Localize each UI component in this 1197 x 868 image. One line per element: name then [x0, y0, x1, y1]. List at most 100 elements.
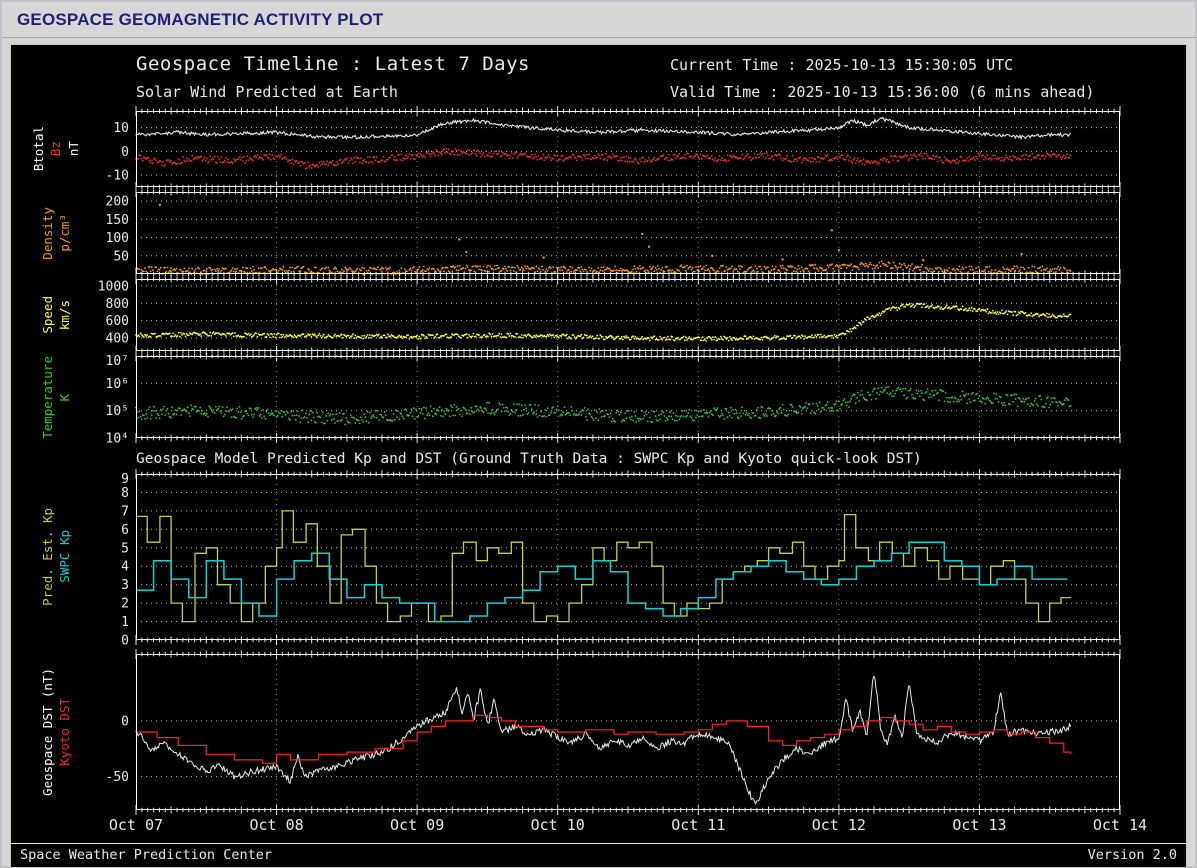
chart-svg-dst: 0 -50: [106, 648, 1121, 815]
axis-label-temperature: Temperature: [39, 356, 55, 439]
axis-label-geospace-dst-nt: Geospace DST (nT): [39, 667, 55, 796]
h-gridlines: [136, 720, 1120, 777]
page-title: GEOSPACE GEOMAGNETIC ACTIVITY PLOT: [2, 2, 1195, 38]
time-ticks: [135, 106, 1121, 192]
yaxis-labels-dst: Geospace DST (nT) Kyoto DST: [11, 654, 136, 810]
current-time: Current Time : 2025-10-13 15:30:05 UTC: [670, 56, 1014, 74]
x-axis: Oct 07 Oct 08 Oct 09 Oct 10 Oct 11 Oct 12 Oct …: [11, 812, 1147, 838]
y-tick-label: 2: [121, 596, 129, 611]
axis-label-bz: Bz: [48, 141, 64, 157]
yaxis-labels-kp: Pred. Est. Kp SWPC Kp: [11, 474, 136, 640]
y-tick-label: 600: [106, 314, 129, 329]
y-tick-label: 150: [106, 213, 129, 228]
x-tick-label-oct-13: Oct 13: [952, 815, 1007, 834]
series-temperature: [135, 386, 1072, 426]
y-tick-label: 1: [121, 615, 129, 630]
chart-dst: 0 -50: [106, 648, 1121, 815]
charts-area: Btotal Bz nT -10 0 10 Density p/cm³ 50 100 150 2…: [11, 106, 1186, 838]
plot-border: [136, 356, 1120, 438]
y-tick-label: 50: [113, 249, 129, 264]
y-tick-label: 0: [121, 633, 129, 648]
y-tick-label: 10⁴: [106, 432, 129, 447]
axis-label-speed: Speed: [39, 296, 55, 334]
v-gridlines: [276, 279, 980, 351]
y-tick-label: 100: [106, 231, 129, 246]
chart-temperature: 10⁴ 10⁵ 10⁶ 10⁷: [106, 351, 1121, 447]
axis-label-nt: nT: [65, 141, 81, 157]
axis-label-km-s: km/s: [57, 299, 72, 331]
chart-row-temperature: Temperature K 10⁴ 10⁵ 10⁶ 10⁷: [11, 351, 1121, 447]
chart-row-kp: Pred. Est. Kp SWPC Kp 0 1 2 3 4 5 6 7 89: [11, 468, 1121, 648]
valid-time: Valid Time : 2025-10-13 15:36:00 (6 mins…: [670, 83, 1095, 101]
chart-svg-mag: -10 0 10: [106, 106, 1121, 192]
y-tick-label: -10: [106, 169, 129, 184]
chart-svg-spd: 400 600 800 1000: [98, 274, 1121, 356]
time-ticks: [135, 187, 1121, 279]
plot-title: Geospace Timeline : Latest 7 Days: [136, 53, 530, 75]
h-gridlines: [136, 200, 1120, 257]
time-ticks: [135, 351, 1121, 443]
chart-svg-kp: 0 1 2 3 4 5 6 7 89: [121, 468, 1121, 648]
axis-label-pred-est-kp: Pred. Est. Kp: [39, 507, 55, 606]
y-tick-label: 6: [121, 523, 129, 538]
x-tick-label-oct-12: Oct 12: [811, 815, 866, 834]
y-tick-label: 10⁶: [106, 377, 129, 392]
plot-border: [136, 111, 1120, 187]
y-tick-label: 10: [113, 121, 129, 136]
x-tick-label-oct-14: Oct 14: [1092, 815, 1148, 834]
solar-wind-subtitle: Solar Wind Predicted at Earth: [136, 83, 398, 101]
v-gridlines: [276, 356, 980, 438]
y-tick-label: 10⁷: [106, 354, 129, 369]
y-tick-label: -50: [106, 770, 129, 785]
panel-footer: Space Weather Prediction Center Version …: [11, 843, 1186, 867]
x-tick-label-oct-08: Oct 08: [249, 815, 304, 834]
axis-label-density: Density: [39, 206, 55, 260]
subtitle-row: Solar Wind Predicted at Earth Valid Time…: [11, 83, 1186, 107]
chart-row-density: Density p/cm³ 50 100 150 200: [11, 187, 1121, 279]
x-axis-tick-labels: Oct 07 Oct 08 Oct 09 Oct 10 Oct 11 Oct 12 Oct …: [109, 812, 1147, 838]
chart-density: 50 100 150 200: [106, 187, 1121, 279]
y-tick-label: 10⁵: [106, 404, 129, 419]
chart-row-mag: Btotal Bz nT -10 0 10: [11, 106, 1121, 192]
y-tick-label: 4: [121, 559, 129, 574]
axis-label-btotal: Btotal: [30, 126, 46, 172]
axis-label-k: K: [57, 393, 72, 402]
y-tick-label: 800: [106, 297, 129, 312]
y-tick-label: 7: [121, 504, 129, 519]
title-row: Geospace Timeline : Latest 7 Days Curren…: [11, 53, 1186, 83]
axis-label-kyoto-dst: Kyoto DST: [57, 697, 72, 766]
x-tick-label-oct-11: Oct 11: [671, 815, 726, 834]
x-tick-label-oct-07: Oct 07: [108, 815, 164, 834]
chart-row-speed: Speed km/s 400 600 800 1000: [11, 274, 1121, 356]
v-gridlines: [276, 192, 980, 274]
v-gridlines: [276, 473, 980, 640]
h-gridlines: [136, 473, 1120, 641]
x-tick-label-oct-10: Oct 10: [530, 815, 585, 834]
chart-svg-den: 50 100 150 200: [106, 187, 1121, 279]
time-ticks: [135, 468, 1121, 645]
y-tick-label: 5: [121, 541, 129, 556]
y-tick-label: 0: [121, 145, 129, 160]
h-gridlines: [136, 355, 1120, 439]
footer-source: Space Weather Prediction Center: [20, 847, 272, 863]
y-tick-label: 8: [121, 486, 129, 501]
axis-label-swpc-kp: SWPC Kp: [57, 530, 72, 584]
plot-border: [136, 279, 1120, 351]
chart-speed: 400 600 800 1000: [98, 274, 1121, 356]
time-ticks: [135, 274, 1121, 356]
axis-label-p-cm: p/cm³: [57, 214, 72, 252]
kp-dst-section-title: Geospace Model Predicted Kp and DST (Gro…: [136, 450, 922, 467]
chart-kp: 0 1 2 3 4 5 6 7 89: [121, 468, 1121, 648]
chart-svg-tmp: 10⁴ 10⁵ 10⁶ 10⁷: [106, 351, 1121, 447]
chart-row-dst: Geospace DST (nT) Kyoto DST 0 -50: [11, 648, 1121, 815]
y-tick-label: 1000: [98, 279, 129, 294]
series-density-spikes: [158, 203, 1023, 262]
plot-border: [136, 192, 1120, 274]
footer-version: Version 2.0: [1087, 847, 1177, 863]
y-tick-label: 3: [121, 578, 129, 593]
y-tick-label: 400: [106, 332, 129, 347]
y-tick-label: 9: [121, 472, 129, 487]
x-tick-label-oct-09: Oct 09: [390, 815, 445, 834]
chart-solar-wind-magnetic-field: -10 0 10: [106, 106, 1121, 192]
y-tick-label: 0: [121, 714, 129, 729]
